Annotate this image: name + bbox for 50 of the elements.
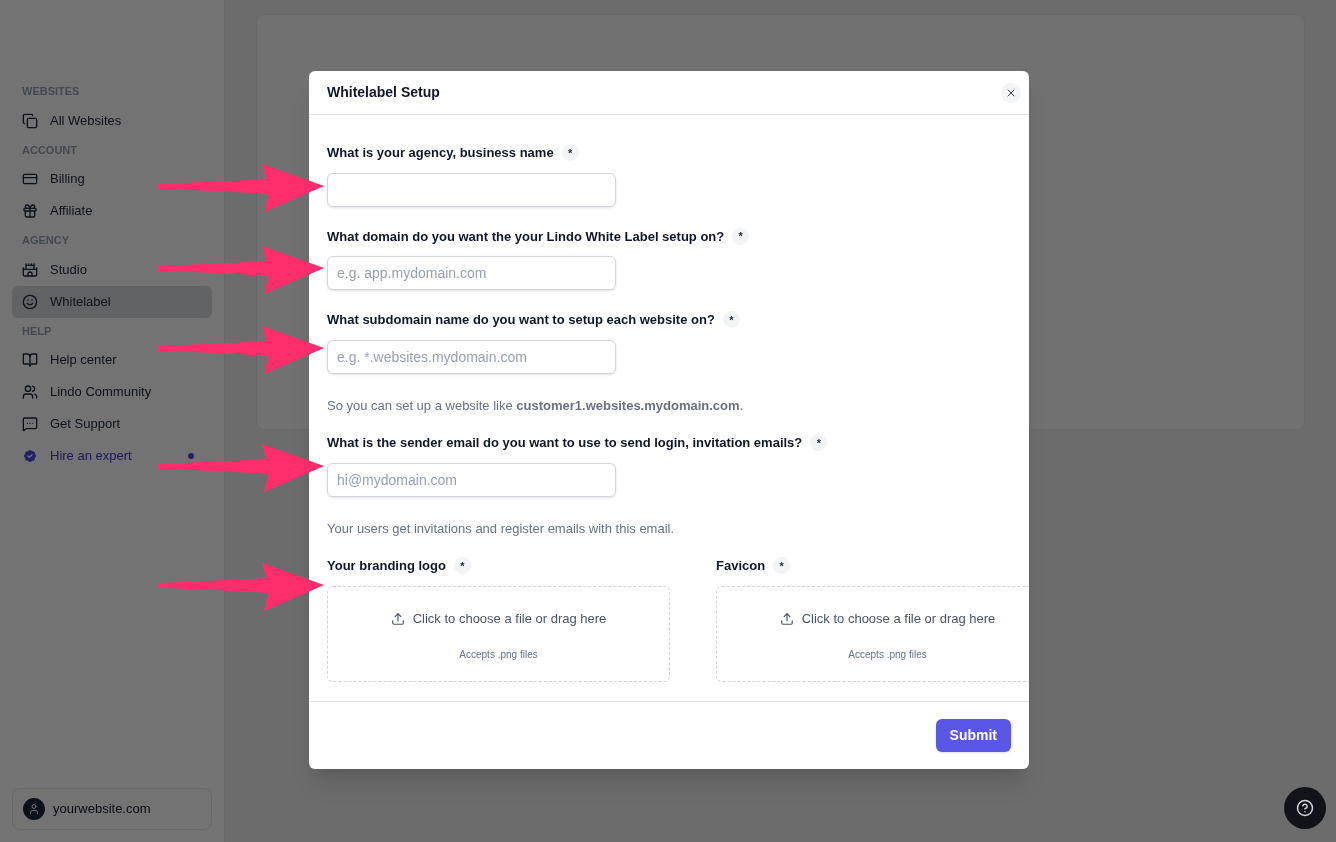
people-icon <box>22 384 38 400</box>
check-badge-icon <box>22 448 38 464</box>
submit-button[interactable]: Submit <box>935 719 1011 752</box>
sidebar-item[interactable]: Whitelabel <box>12 285 212 318</box>
required-mark: * <box>810 434 828 452</box>
field-label: What is your agency, business name <box>327 144 554 162</box>
field-label: Your branding logo <box>327 557 446 575</box>
required-mark: * <box>773 557 791 575</box>
book-icon <box>22 352 38 368</box>
dropzone-prompt: Click to choose a file or drag here <box>412 610 607 629</box>
account-button[interactable]: yourwebsite.com <box>12 788 212 830</box>
dropzone-note: Accepts .png files <box>848 647 927 662</box>
help-text: Your users get invitations and register emails with this email. <box>327 519 676 538</box>
text-field[interactable]: hi@mydomain.com <box>327 462 616 497</box>
sidebar-item[interactable]: Get Support <box>12 408 212 440</box>
upload-icon <box>390 612 405 626</box>
sidebar-item[interactable]: Affiliate <box>12 195 212 227</box>
gift-icon <box>22 203 38 219</box>
text-field[interactable]: e.g. *.websites.mydomain.com <box>327 339 616 374</box>
file-dropzone[interactable]: Click to choose a file or drag here Accepts .png files <box>327 585 670 682</box>
dialog-title: Whitelabel Setup <box>327 83 440 102</box>
copy-icon <box>22 112 38 129</box>
field-label: Favicon <box>716 557 766 575</box>
upload-icon <box>779 612 794 626</box>
dropzone-prompt: Click to choose a file or drag here <box>801 610 996 629</box>
smiley-icon <box>22 293 38 310</box>
help-text: So you can set up a website like customer1.websites.mydomain.com. <box>327 396 745 415</box>
avatar-icon <box>23 798 45 820</box>
sidebar-item[interactable]: Studio <box>12 253 212 286</box>
sidebar-item[interactable]: Help center <box>12 344 212 376</box>
help-icon <box>1296 799 1314 817</box>
help-button[interactable] <box>1284 787 1326 829</box>
field-label: What is the sender email do you want to use to send login, invitation emails? <box>327 434 803 452</box>
text-field[interactable] <box>327 172 616 207</box>
required-mark: * <box>732 227 750 245</box>
dropzone-note: Accepts .png files <box>459 647 538 662</box>
required-mark: * <box>722 311 740 329</box>
credit-card-icon <box>22 171 38 187</box>
sidebar-item[interactable]: Lindo Community <box>12 376 212 408</box>
field-label: What domain do you want the your Lindo White Label setup on? <box>327 227 725 246</box>
close-button[interactable] <box>1001 82 1021 103</box>
file-dropzone[interactable]: Click to choose a file or drag here Accepts .png files <box>716 585 1029 682</box>
sidebar-item[interactable]: All Websites <box>12 104 212 137</box>
required-mark: * <box>453 557 471 575</box>
text-field[interactable]: e.g. app.mydomain.com <box>327 256 616 290</box>
sidebar-item[interactable]: Billing <box>12 163 212 195</box>
castle-icon <box>22 261 38 278</box>
required-mark: * <box>561 144 579 162</box>
field-label: What subdomain name do you want to setup each website on? <box>327 311 715 329</box>
chat-icon <box>22 416 38 432</box>
